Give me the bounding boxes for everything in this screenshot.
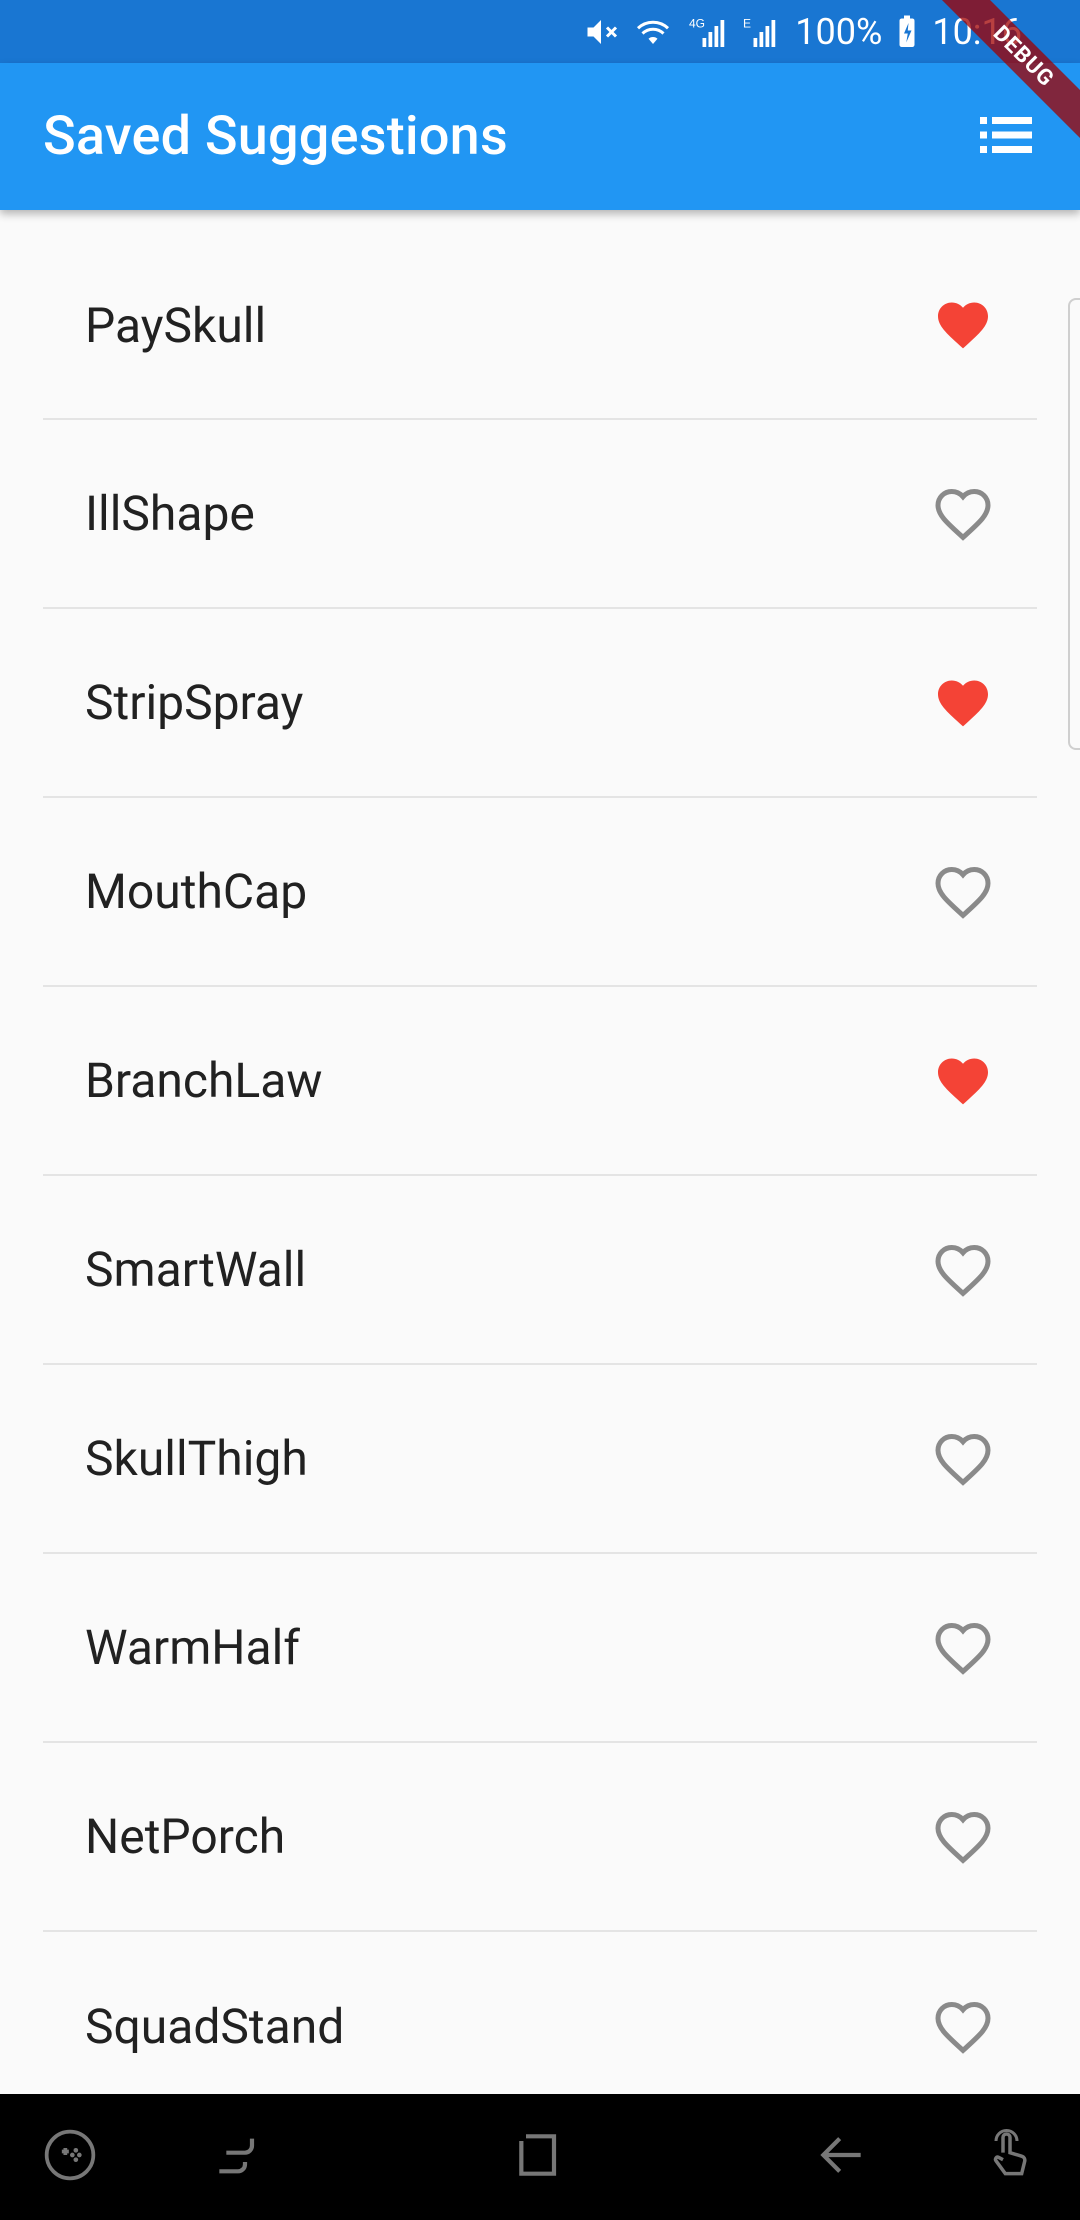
svg-text:E: E	[743, 16, 751, 30]
suggestion-name: IllShape	[85, 485, 255, 542]
home-button[interactable]	[505, 2122, 575, 2192]
heart-outline-icon[interactable]	[933, 1997, 993, 2057]
recent-apps-icon	[210, 2127, 266, 2187]
back-button[interactable]	[807, 2122, 877, 2192]
suggestion-name: PaySkull	[85, 296, 267, 354]
heart-filled-icon[interactable]	[933, 673, 993, 733]
heart-filled-icon[interactable]	[933, 1051, 993, 1111]
signal-e-icon: E	[741, 14, 781, 50]
list-button[interactable]	[970, 101, 1042, 173]
suggestion-name: WarmHalf	[85, 1619, 300, 1676]
list-item[interactable]: BranchLaw	[43, 987, 1037, 1176]
recent-apps-button[interactable]	[203, 2122, 273, 2192]
heart-outline-icon[interactable]	[933, 1429, 993, 1489]
navigation-bar	[0, 2094, 1080, 2220]
suggestion-name: NetPorch	[85, 1808, 286, 1865]
list-item[interactable]: SmartWall	[43, 1176, 1037, 1365]
touch-button[interactable]	[975, 2122, 1045, 2192]
game-launcher-button[interactable]	[35, 2122, 105, 2192]
list-item[interactable]: SquadStand	[43, 1932, 1037, 2094]
heart-outline-icon[interactable]	[933, 1618, 993, 1678]
heart-outline-icon[interactable]	[933, 1807, 993, 1867]
list-item[interactable]: MouthCap	[43, 798, 1037, 987]
heart-filled-icon[interactable]	[933, 295, 993, 355]
suggestion-name: MouthCap	[85, 863, 308, 920]
scroll-indicator	[1068, 298, 1080, 750]
signal-4g-icon: 4G	[687, 14, 727, 50]
touch-icon	[982, 2127, 1038, 2187]
home-icon	[512, 2127, 568, 2187]
status-bar: 4G E 100% 10:16	[0, 0, 1080, 63]
back-icon	[814, 2127, 870, 2187]
game-launcher-icon	[42, 2127, 98, 2187]
battery-percent: 100%	[795, 10, 883, 53]
suggestion-name: SkullThigh	[85, 1430, 308, 1487]
list-item[interactable]: NetPorch	[43, 1743, 1037, 1932]
wifi-icon	[633, 14, 673, 50]
list-item[interactable]: IllShape	[43, 420, 1037, 609]
suggestion-name: SmartWall	[85, 1241, 307, 1298]
mute-icon	[583, 14, 619, 50]
list-item[interactable]: StripSpray	[43, 609, 1037, 798]
heart-outline-icon[interactable]	[933, 1240, 993, 1300]
battery-charging-icon	[896, 14, 918, 50]
suggestion-name: SquadStand	[85, 1998, 345, 2055]
list-icon	[980, 115, 1032, 159]
list-item[interactable]: SkullThigh	[43, 1365, 1037, 1554]
screen: 4G E 100% 10:16 DEBUG Saved Suggestions …	[0, 0, 1080, 2220]
page-title: Saved Suggestions	[43, 105, 508, 168]
list-item[interactable]: PaySkull	[43, 210, 1037, 420]
heart-outline-icon[interactable]	[933, 862, 993, 922]
heart-outline-icon[interactable]	[933, 484, 993, 544]
suggestion-name: StripSpray	[85, 674, 304, 731]
suggestion-name: BranchLaw	[85, 1052, 323, 1109]
list-item[interactable]: WarmHalf	[43, 1554, 1037, 1743]
app-bar: Saved Suggestions	[0, 63, 1080, 210]
suggestion-list: PaySkull IllShape StripSpray MouthCap Branch…	[0, 210, 1080, 2094]
svg-text:4G: 4G	[689, 16, 705, 30]
